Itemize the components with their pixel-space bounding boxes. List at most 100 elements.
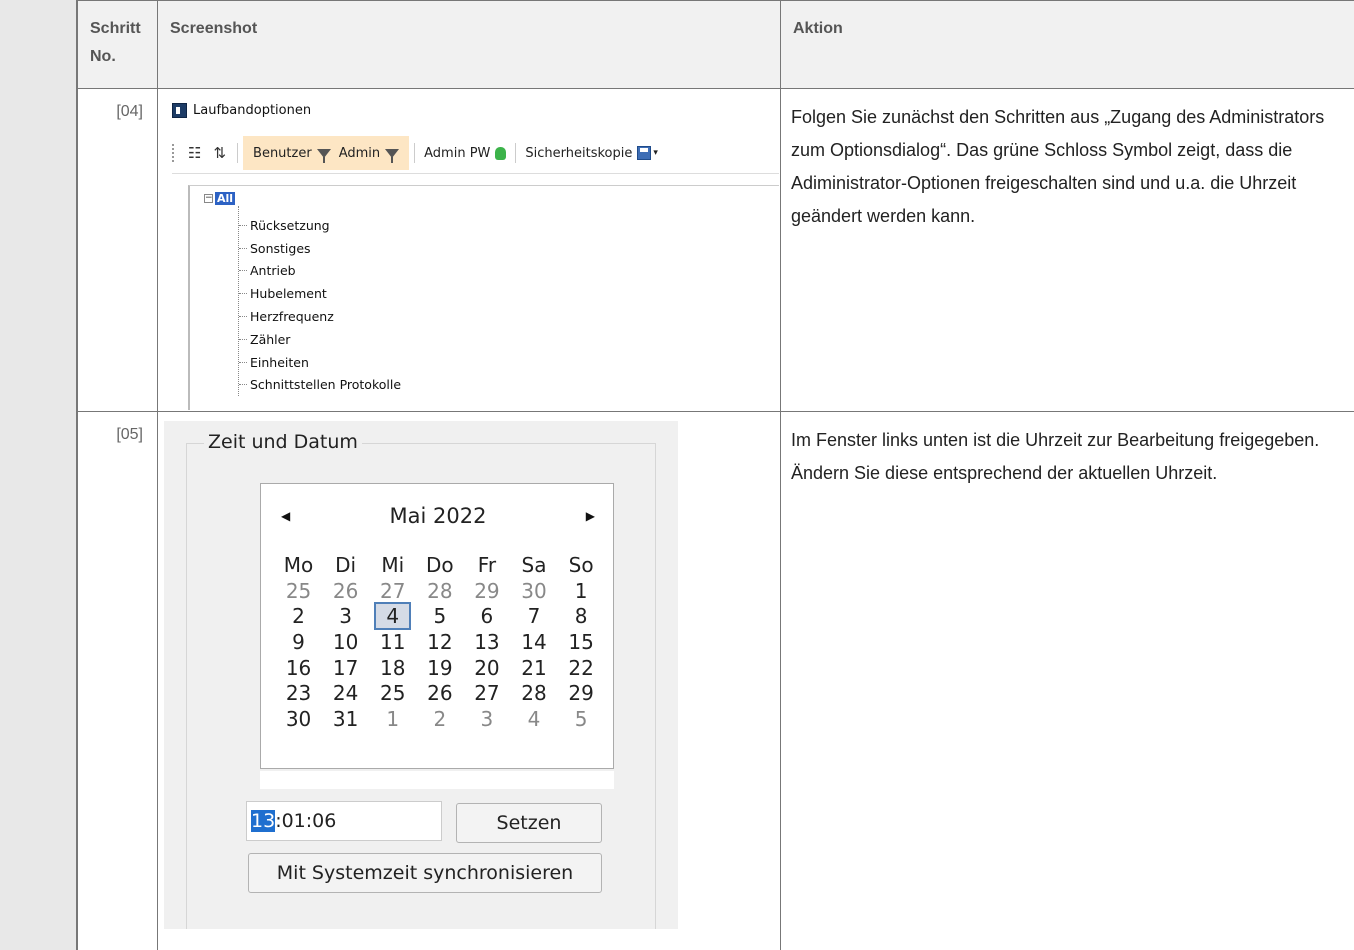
- calendar-day[interactable]: 8: [558, 604, 605, 628]
- calendar-day[interactable]: 26: [322, 579, 369, 603]
- step-number: [04]: [77, 88, 158, 412]
- tree-item[interactable]: Einheiten: [239, 351, 401, 374]
- time-rest[interactable]: :01:06: [275, 810, 336, 832]
- calendar-day[interactable]: 16: [275, 656, 322, 680]
- set-time-button[interactable]: Setzen: [456, 803, 602, 843]
- calendar-day[interactable]: 9: [275, 630, 322, 654]
- backup-label: Sicherheitskopie: [525, 145, 633, 161]
- step-number: [05]: [77, 411, 158, 950]
- green-lock-icon: [495, 146, 507, 160]
- calendar-day[interactable]: 17: [322, 656, 369, 680]
- next-month-icon[interactable]: ▶: [586, 509, 595, 523]
- calendar-day[interactable]: 1: [369, 707, 416, 731]
- calendar-day[interactable]: 12: [416, 630, 463, 654]
- calendar-day[interactable]: 14: [510, 630, 557, 654]
- time-hours[interactable]: 13: [251, 810, 276, 832]
- calendar-day[interactable]: 15: [558, 630, 605, 654]
- tree-item[interactable]: Schnittstellen Protokolle: [239, 374, 401, 397]
- collapse-icon[interactable]: −: [204, 194, 213, 203]
- calendar-day[interactable]: 31: [322, 707, 369, 731]
- calendar-day[interactable]: 22: [558, 656, 605, 680]
- tree-root-node[interactable]: − All: [204, 192, 236, 205]
- admin-filter-button[interactable]: Admin: [335, 145, 403, 163]
- benutzer-label: Benutzer: [253, 145, 312, 161]
- weekday-label: Mo: [283, 552, 314, 577]
- app-icon: [172, 103, 187, 118]
- calendar-day[interactable]: 30: [275, 707, 322, 731]
- toolbar-separator: [237, 143, 239, 163]
- calendar-day[interactable]: 25: [369, 681, 416, 705]
- calendar-day[interactable]: 3: [463, 707, 510, 731]
- save-icon: [637, 146, 652, 160]
- action-text: Im Fenster links unten ist die Uhrzeit z…: [780, 411, 1354, 950]
- prev-month-icon[interactable]: ◀: [281, 509, 290, 523]
- benutzer-filter-button[interactable]: Benutzer: [249, 145, 335, 163]
- filter-icon: [316, 148, 331, 163]
- tree-item[interactable]: Sonstiges: [239, 237, 401, 260]
- calendar-day[interactable]: 2: [275, 604, 322, 628]
- calendar-day[interactable]: 28: [416, 579, 463, 603]
- tree-item[interactable]: Hubelement: [239, 282, 401, 305]
- calendar-day[interactable]: 30: [510, 579, 557, 603]
- calendar-day[interactable]: 5: [558, 707, 605, 731]
- weekday-header-row: Mo Di Mi Do Fr Sa So: [275, 552, 605, 578]
- admin-pw-label: Admin PW: [424, 145, 491, 161]
- calendar-day[interactable]: 28: [510, 681, 557, 705]
- tree-item[interactable]: Zähler: [239, 328, 401, 351]
- calendar-day[interactable]: 18: [369, 656, 416, 680]
- calendar-month[interactable]: Mai 2022: [390, 504, 487, 528]
- calendar-day[interactable]: 29: [558, 681, 605, 705]
- calendar-day[interactable]: 10: [322, 630, 369, 654]
- weekday-label: Sa: [521, 552, 547, 577]
- calendar-day[interactable]: 2: [416, 707, 463, 731]
- tree-item[interactable]: Antrieb: [239, 260, 401, 283]
- calendar-day[interactable]: 26: [416, 681, 463, 705]
- weekday-label: So: [568, 552, 594, 577]
- sort-alphabetical-icon[interactable]: ⇅: [213, 144, 226, 162]
- tree-item[interactable]: Herzfrequenz: [239, 305, 401, 328]
- time-input[interactable]: 13 :01:06 ▲▼: [246, 801, 505, 841]
- calendar-grid: Mo Di Mi Do Fr Sa So 25 26 27 28 29 30 1 2 3 4 5 6 7 8 9 10 11 1…: [275, 552, 605, 732]
- calendar-day[interactable]: 24: [322, 681, 369, 705]
- calendar-day[interactable]: 7: [510, 604, 557, 628]
- admin-pw-button[interactable]: Admin PW: [420, 146, 510, 161]
- backup-button[interactable]: Sicherheitskopie ▾: [521, 146, 662, 161]
- calendar-day[interactable]: 27: [369, 579, 416, 603]
- calendar-day[interactable]: 3: [322, 604, 369, 628]
- calendar-day[interactable]: 21: [510, 656, 557, 680]
- calendar-day[interactable]: 25: [275, 579, 322, 603]
- table-row: [04] Laufbandoptionen ☷ ⇅ Benutzer Admin…: [77, 88, 1354, 412]
- calendar-day[interactable]: 27: [463, 681, 510, 705]
- table-header-row: Schritt No. Screenshot Aktion: [77, 0, 1354, 89]
- date-time-panel: Zeit und Datum ◀ Mai 2022 ▶ Mo Di Mi Do Fr Sa…: [164, 421, 678, 929]
- left-margin-band: [0, 0, 76, 950]
- tree-root-label[interactable]: All: [215, 192, 236, 205]
- categorized-view-icon[interactable]: ☷: [188, 144, 201, 162]
- window-title: Laufbandoptionen: [172, 103, 311, 118]
- options-toolbar: ☷ ⇅ Benutzer Admin Admin PW Sicherheitsk…: [172, 135, 779, 171]
- calendar-day[interactable]: 5: [416, 604, 463, 628]
- month-calendar[interactable]: ◀ Mai 2022 ▶ Mo Di Mi Do Fr Sa So 25 26 27 28 29 30 1…: [260, 483, 614, 769]
- calendar-day[interactable]: 29: [463, 579, 510, 603]
- dropdown-arrow-icon[interactable]: ▾: [653, 148, 658, 158]
- header-screenshot: Screenshot: [157, 0, 781, 89]
- sync-system-time-button[interactable]: Mit Systemzeit synchronisieren: [248, 853, 602, 893]
- calendar-day[interactable]: 19: [416, 656, 463, 680]
- calendar-day[interactable]: 1: [558, 579, 605, 603]
- tree-item[interactable]: Rücksetzung: [239, 214, 401, 237]
- calendar-week-row: 30 31 1 2 3 4 5: [275, 706, 605, 732]
- calendar-day[interactable]: 4: [369, 602, 416, 631]
- calendar-day[interactable]: 11: [369, 630, 416, 654]
- calendar-day[interactable]: 13: [463, 630, 510, 654]
- category-tree: − All Rücksetzung Sonstiges Antrieb Hube…: [188, 185, 779, 410]
- toolbar-grip[interactable]: [172, 144, 176, 162]
- calendar-day[interactable]: 6: [463, 604, 510, 628]
- calendar-day[interactable]: 23: [275, 681, 322, 705]
- calendar-day[interactable]: 20: [463, 656, 510, 680]
- calendar-day[interactable]: 4: [510, 707, 557, 731]
- toolbar-separator: [414, 143, 416, 163]
- toolbar-divider: [172, 173, 779, 174]
- admin-label: Admin: [338, 145, 381, 161]
- options-window-screenshot: Laufbandoptionen ☷ ⇅ Benutzer Admin Admi…: [158, 89, 780, 410]
- weekday-label: Mi: [381, 552, 405, 577]
